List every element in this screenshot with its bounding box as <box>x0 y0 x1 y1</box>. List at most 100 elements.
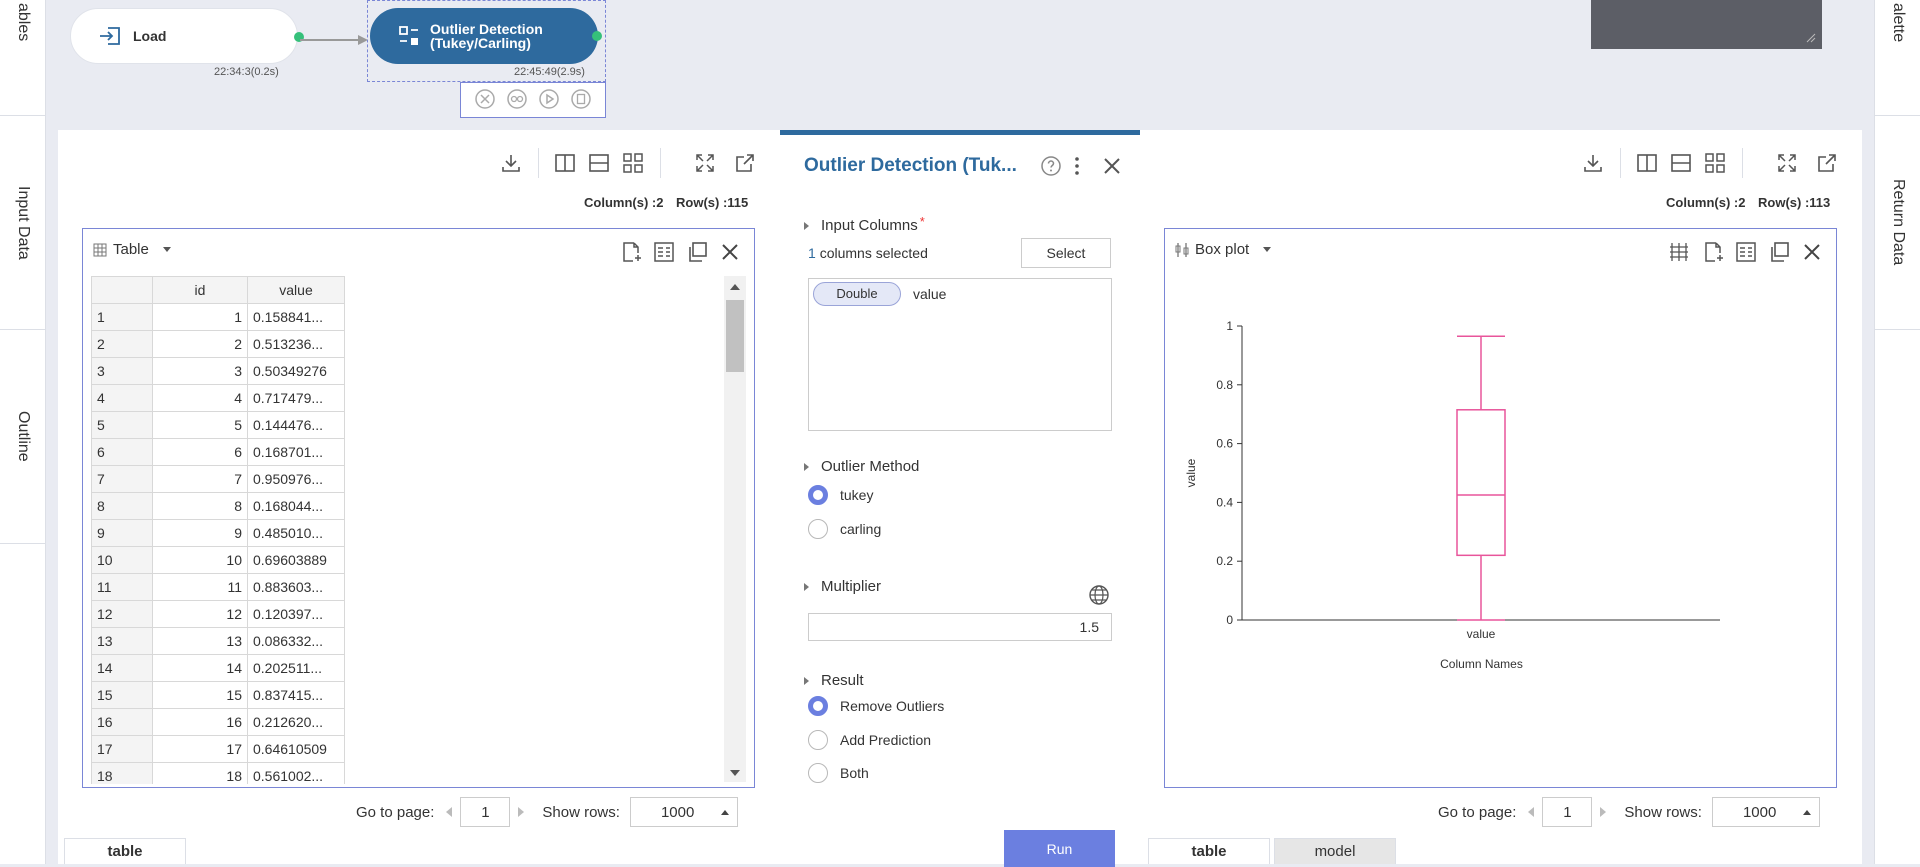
id-cell[interactable]: 14 <box>152 654 248 682</box>
split-horizontal-icon[interactable] <box>1670 152 1692 174</box>
copy-icon[interactable] <box>686 241 708 263</box>
value-cell[interactable]: 0.837415... <box>247 681 345 709</box>
scroll-down-icon[interactable] <box>730 770 740 776</box>
table-row[interactable]: 8 8 0.168044... <box>91 492 345 520</box>
help-icon[interactable] <box>1040 155 1062 177</box>
show-rows-select[interactable]: 1000 <box>1711 797 1820 827</box>
run-icon[interactable] <box>538 88 560 113</box>
tab-table-output[interactable]: table <box>1148 838 1270 864</box>
more-icon[interactable] <box>1073 155 1081 177</box>
table-row[interactable]: 14 14 0.202511... <box>91 654 345 682</box>
popout-icon[interactable] <box>1816 152 1838 174</box>
scrollbar-thumb[interactable] <box>726 300 744 372</box>
load-node[interactable]: Load <box>70 8 304 64</box>
table-row[interactable]: 5 5 0.144476... <box>91 411 345 439</box>
table-row[interactable]: 10 10 0.69603889 <box>91 546 345 574</box>
rail-tab-return-data[interactable]: Return Data <box>1875 116 1920 330</box>
column-settings-icon[interactable] <box>1735 241 1757 263</box>
rail-tab-variables[interactable]: ables <box>0 0 46 116</box>
page-input[interactable]: 1 <box>460 797 511 827</box>
id-cell[interactable]: 16 <box>152 708 248 736</box>
output-port[interactable] <box>592 31 602 41</box>
value-cell[interactable]: 0.202511... <box>247 654 345 682</box>
value-cell[interactable]: 0.120397... <box>247 600 345 628</box>
rail-tab-outline[interactable]: Outline <box>0 330 46 544</box>
multiplier-section[interactable]: Multiplier <box>804 578 881 595</box>
chart-settings-icon[interactable] <box>1668 241 1690 263</box>
split-horizontal-icon[interactable] <box>588 152 610 174</box>
select-button[interactable]: Select <box>1021 238 1111 268</box>
table-row[interactable]: 12 12 0.120397... <box>91 600 345 628</box>
table-row[interactable]: 2 2 0.513236... <box>91 330 345 358</box>
table-row[interactable]: 18 18 0.561002... <box>91 762 345 784</box>
id-cell[interactable]: 17 <box>152 735 248 763</box>
id-cell[interactable]: 10 <box>152 546 248 574</box>
id-cell[interactable]: 9 <box>152 519 248 547</box>
globe-icon[interactable] <box>1088 584 1110 606</box>
clipboard-icon[interactable] <box>570 88 592 113</box>
value-cell[interactable]: 0.485010... <box>247 519 345 547</box>
radio-remove-outliers[interactable]: Remove Outliers <box>808 696 944 716</box>
next-page-icon[interactable] <box>518 807 525 817</box>
value-cell[interactable]: 0.144476... <box>247 411 345 439</box>
grid-icon[interactable] <box>1704 152 1726 174</box>
value-cell[interactable]: 0.64610509 <box>247 735 345 763</box>
id-cell[interactable]: 5 <box>152 411 248 439</box>
multiplier-input[interactable]: 1.5 <box>808 613 1112 641</box>
tab-table-input[interactable]: table <box>64 838 186 864</box>
rail-tab-input-data[interactable]: Input Data <box>0 116 46 330</box>
grid-icon[interactable] <box>622 152 644 174</box>
vertical-scrollbar[interactable] <box>724 276 746 782</box>
id-cell[interactable]: 2 <box>152 330 248 358</box>
delete-icon[interactable] <box>474 88 496 113</box>
value-cell[interactable]: 0.883603... <box>247 573 345 601</box>
close-icon[interactable] <box>719 241 741 263</box>
table-row[interactable]: 1 1 0.158841... <box>91 303 345 331</box>
value-cell[interactable]: 0.717479... <box>247 384 345 412</box>
table-row[interactable]: 6 6 0.168701... <box>91 438 345 466</box>
value-cell[interactable]: 0.950976... <box>247 465 345 493</box>
value-cell[interactable]: 0.086332... <box>247 627 345 655</box>
table-row[interactable]: 9 9 0.485010... <box>91 519 345 547</box>
value-cell[interactable]: 0.158841... <box>247 303 345 331</box>
download-icon[interactable] <box>500 152 522 174</box>
radio-add-prediction[interactable]: Add Prediction <box>808 730 931 750</box>
page-input[interactable]: 1 <box>1542 797 1593 827</box>
id-cell[interactable]: 13 <box>152 627 248 655</box>
prev-page-icon[interactable] <box>446 807 453 817</box>
id-cell[interactable]: 18 <box>152 762 248 784</box>
id-cell[interactable]: 6 <box>152 438 248 466</box>
value-cell[interactable]: 0.50349276 <box>247 357 345 385</box>
id-cell[interactable]: 1 <box>152 303 248 331</box>
tab-model[interactable]: model <box>1274 838 1396 864</box>
table-row[interactable]: 3 3 0.50349276 <box>91 357 345 385</box>
scroll-up-icon[interactable] <box>730 284 740 290</box>
prev-page-icon[interactable] <box>1528 807 1535 817</box>
id-cell[interactable]: 3 <box>152 357 248 385</box>
add-file-icon[interactable] <box>620 241 642 263</box>
minimap[interactable] <box>1591 0 1822 49</box>
popout-icon[interactable] <box>734 152 756 174</box>
copy-icon[interactable] <box>1768 241 1790 263</box>
table-row[interactable]: 17 17 0.64610509 <box>91 735 345 763</box>
id-cell[interactable]: 8 <box>152 492 248 520</box>
column-chip[interactable]: Double value <box>813 282 946 306</box>
table-row[interactable]: 7 7 0.950976... <box>91 465 345 493</box>
input-columns-section[interactable]: Input Columns * <box>804 214 925 234</box>
id-cell[interactable]: 7 <box>152 465 248 493</box>
split-vertical-icon[interactable] <box>554 152 576 174</box>
run-button[interactable]: Run <box>1004 830 1115 867</box>
value-cell[interactable]: 0.168701... <box>247 438 345 466</box>
add-file-icon[interactable] <box>1702 241 1724 263</box>
table-row[interactable]: 4 4 0.717479... <box>91 384 345 412</box>
table-row[interactable]: 13 13 0.086332... <box>91 627 345 655</box>
table-row[interactable]: 11 11 0.883603... <box>91 573 345 601</box>
outlier-method-section[interactable]: Outlier Method <box>804 458 919 475</box>
value-cell[interactable]: 0.168044... <box>247 492 345 520</box>
result-section[interactable]: Result <box>804 672 864 689</box>
value-cell[interactable]: 0.561002... <box>247 762 345 784</box>
column-header-value[interactable]: value <box>247 276 345 304</box>
rail-tab-palette[interactable]: alette <box>1875 0 1920 116</box>
value-cell[interactable]: 0.513236... <box>247 330 345 358</box>
expand-icon[interactable] <box>1776 152 1798 174</box>
